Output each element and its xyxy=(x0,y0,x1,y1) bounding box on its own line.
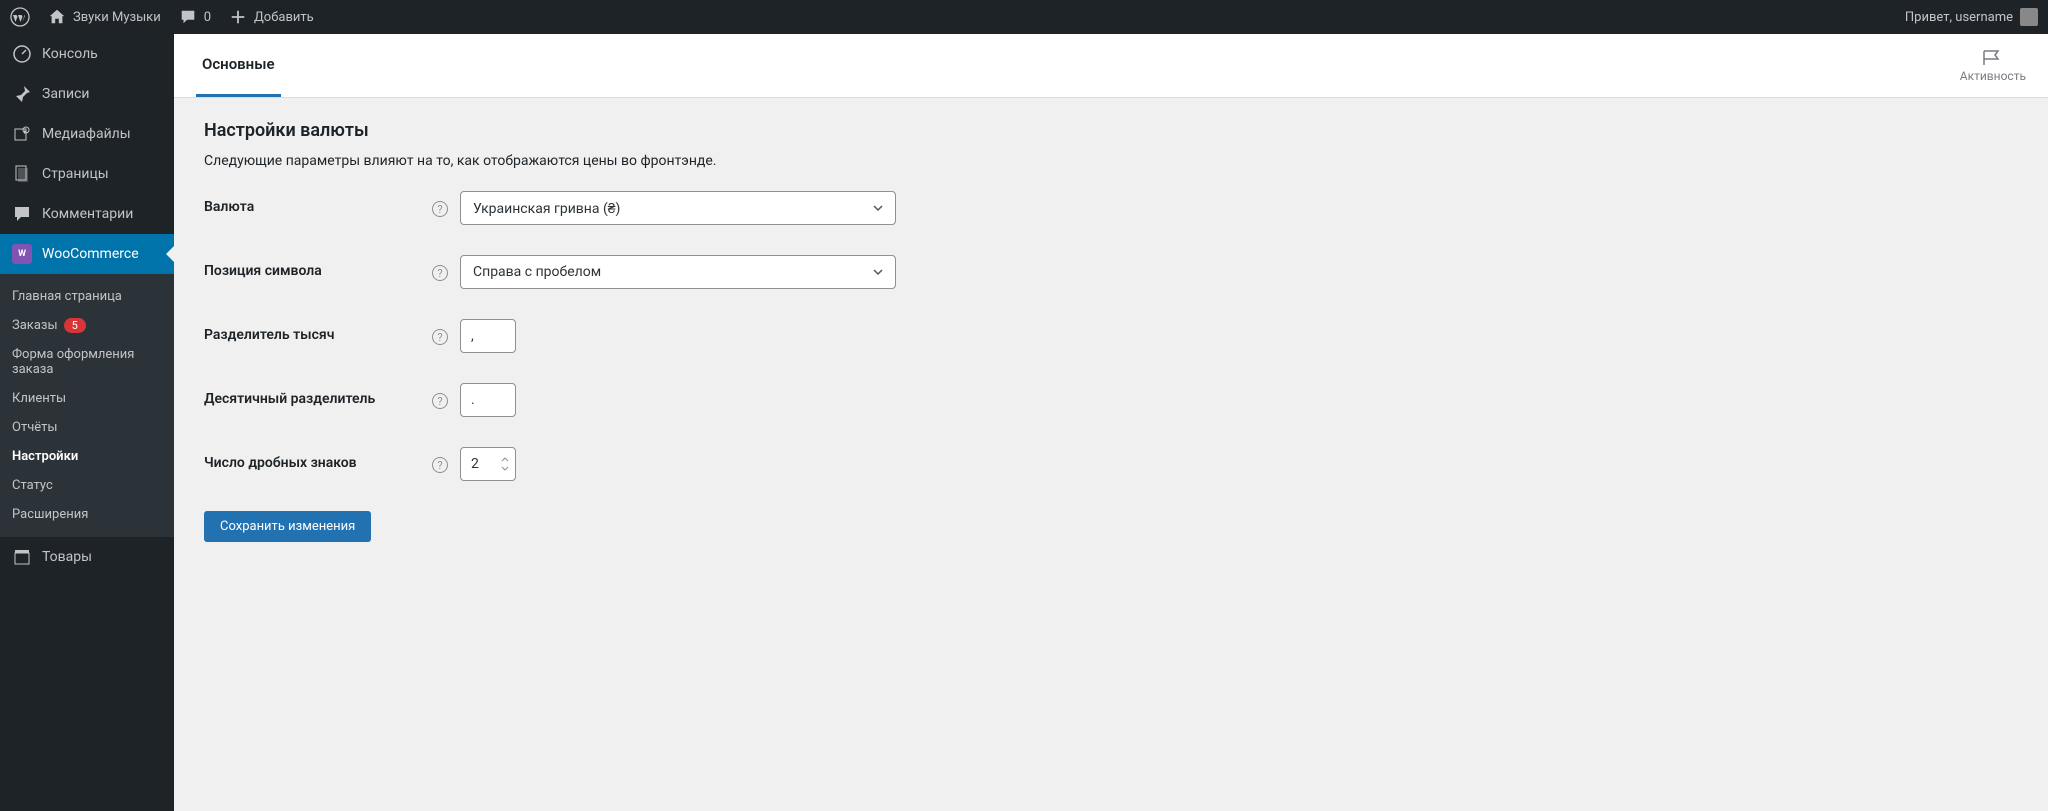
page-header: Основные Активность xyxy=(174,34,2048,98)
help-icon[interactable]: ? xyxy=(432,265,448,281)
woocommerce-icon: W xyxy=(12,244,32,264)
comment-icon xyxy=(179,8,197,26)
currency-value: Украинская гривна (₴) xyxy=(473,200,620,217)
media-icon xyxy=(12,124,32,144)
user-greeting[interactable]: Привет, username xyxy=(1905,8,2038,26)
sidebar-item-label: Товары xyxy=(42,549,92,565)
sidebar-item-woocommerce[interactable]: W WooCommerce xyxy=(0,234,174,274)
sidebar-item-pages[interactable]: Страницы xyxy=(0,154,174,194)
help-icon[interactable]: ? xyxy=(432,201,448,217)
label-symbol-position: Позиция символа xyxy=(204,255,432,279)
spin-up-button[interactable] xyxy=(499,456,511,464)
decimal-sep-input[interactable] xyxy=(460,383,516,417)
comment-icon xyxy=(12,204,32,224)
add-new-label: Добавить xyxy=(254,10,314,25)
activity-label: Активность xyxy=(1960,69,2026,83)
submenu-item-home[interactable]: Главная страница xyxy=(0,282,174,311)
flag-icon xyxy=(1982,49,2004,67)
pin-icon xyxy=(12,84,32,104)
sidebar-item-label: WooCommerce xyxy=(42,246,139,262)
site-name-link[interactable]: Звуки Музыки xyxy=(48,8,161,26)
symbol-position-value: Справа с пробелом xyxy=(473,264,601,280)
submenu-item-reports[interactable]: Отчёты xyxy=(0,413,174,442)
section-description: Следующие параметры влияют на то, как от… xyxy=(204,153,2018,169)
sidebar-item-dashboard[interactable]: Консоль xyxy=(0,34,174,74)
site-name: Звуки Музыки xyxy=(73,10,161,25)
comments-count: 0 xyxy=(204,10,211,25)
label-decimals: Число дробных знаков xyxy=(204,447,432,471)
wp-logo[interactable] xyxy=(10,7,30,27)
submenu-item-extensions[interactable]: Расширения xyxy=(0,500,174,529)
help-icon[interactable]: ? xyxy=(432,457,448,473)
orders-badge: 5 xyxy=(64,318,86,333)
save-button[interactable]: Сохранить изменения xyxy=(204,511,371,542)
wordpress-icon xyxy=(10,7,30,27)
plus-icon xyxy=(229,8,247,26)
page-icon xyxy=(12,164,32,184)
activity-button[interactable]: Активность xyxy=(1960,34,2026,97)
submenu-item-checkout[interactable]: Форма оформления заказа xyxy=(0,340,174,384)
chevron-up-icon xyxy=(501,457,509,462)
sidebar-item-posts[interactable]: Записи xyxy=(0,74,174,114)
comments-link[interactable]: 0 xyxy=(179,8,211,26)
label-decimal-sep: Десятичный разделитель xyxy=(204,383,432,407)
greeting-text: Привет, username xyxy=(1905,10,2013,25)
add-new-link[interactable]: Добавить xyxy=(229,8,314,26)
section-title: Настройки валюты xyxy=(204,120,2018,141)
woocommerce-submenu: Главная страница Заказы5 Форма оформлени… xyxy=(0,274,174,537)
decimals-input[interactable]: 2 xyxy=(460,447,516,481)
avatar xyxy=(2020,8,2038,26)
symbol-position-select[interactable]: Справа с пробелом xyxy=(460,255,896,289)
sidebar-item-comments[interactable]: Комментарии xyxy=(0,194,174,234)
submenu-item-customers[interactable]: Клиенты xyxy=(0,384,174,413)
help-icon[interactable]: ? xyxy=(432,329,448,345)
product-icon xyxy=(12,547,32,567)
currency-select[interactable]: Украинская гривна (₴) xyxy=(460,191,896,225)
sidebar-item-media[interactable]: Медиафайлы xyxy=(0,114,174,154)
sidebar-item-label: Страницы xyxy=(42,166,109,182)
thousand-sep-input[interactable] xyxy=(460,319,516,353)
sidebar-item-products[interactable]: Товары xyxy=(0,537,174,577)
spin-down-button[interactable] xyxy=(499,465,511,473)
home-icon xyxy=(48,8,66,26)
submenu-item-settings[interactable]: Настройки xyxy=(0,442,174,471)
tab-general[interactable]: Основные xyxy=(196,34,281,97)
sidebar-item-label: Консоль xyxy=(42,46,98,62)
sidebar-item-label: Комментарии xyxy=(42,206,133,222)
chevron-down-icon xyxy=(871,201,885,215)
chevron-down-icon xyxy=(501,466,509,471)
submenu-item-status[interactable]: Статус xyxy=(0,471,174,500)
decimals-value: 2 xyxy=(471,456,479,472)
label-currency: Валюта xyxy=(204,191,432,215)
admin-sidebar: Консоль Записи Медиафайлы Страницы Комме… xyxy=(0,34,174,811)
sidebar-item-label: Записи xyxy=(42,86,90,102)
sidebar-item-label: Медиафайлы xyxy=(42,126,131,142)
help-icon[interactable]: ? xyxy=(432,393,448,409)
chevron-down-icon xyxy=(871,265,885,279)
dashboard-icon xyxy=(12,44,32,64)
submenu-item-orders[interactable]: Заказы5 xyxy=(0,311,174,340)
label-thousand-sep: Разделитель тысяч xyxy=(204,319,432,343)
